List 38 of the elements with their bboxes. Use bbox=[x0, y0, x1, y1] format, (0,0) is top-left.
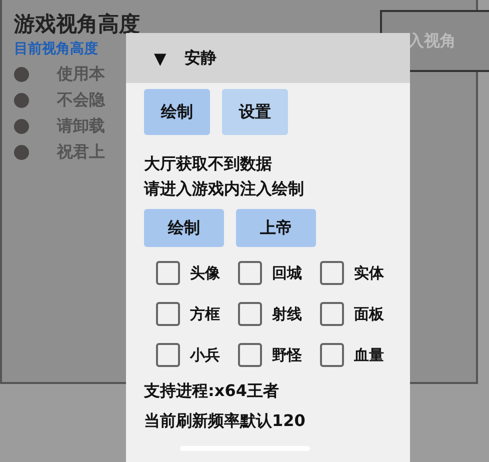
bullet-text: 使用本 bbox=[57, 64, 105, 85]
panel-title: 安静 bbox=[184, 48, 216, 68]
checkbox[interactable] bbox=[156, 343, 180, 367]
bullet-icon bbox=[14, 67, 29, 82]
bullet-text: 不会隐 bbox=[57, 90, 105, 111]
checkbox[interactable] bbox=[156, 302, 180, 326]
checkbox-label: 射线 bbox=[272, 304, 302, 324]
checkbox[interactable] bbox=[238, 343, 262, 367]
info-text: 当前刷新频率默认120 bbox=[144, 411, 306, 432]
checkbox-label: 小兵 bbox=[190, 346, 220, 364]
checkbox-label: 面板 bbox=[354, 304, 384, 324]
checkbox[interactable] bbox=[320, 302, 344, 326]
bullet-icon bbox=[14, 119, 29, 134]
bullet-text: 祝君上 bbox=[57, 142, 105, 163]
tab[interactable]: 绘制 bbox=[144, 89, 210, 135]
checkbox[interactable] bbox=[156, 261, 180, 285]
checkbox-label: 头像 bbox=[190, 264, 220, 282]
checkbox-label: 回城 bbox=[272, 264, 302, 282]
bullet-icon bbox=[14, 93, 29, 108]
bullet-icon bbox=[14, 145, 29, 160]
checkbox[interactable] bbox=[238, 302, 262, 326]
checkbox-label: 实体 bbox=[354, 264, 384, 282]
panel-header[interactable]: ▼ 安静 bbox=[126, 33, 410, 83]
checkbox[interactable] bbox=[238, 261, 262, 285]
collapse-arrow: ▼ bbox=[154, 48, 166, 68]
tab[interactable]: 设置 bbox=[222, 89, 288, 135]
status-text: 大厅获取不到数据 bbox=[144, 153, 273, 175]
checkbox-label: 野怪 bbox=[272, 346, 302, 364]
action-button[interactable]: 绘制 bbox=[144, 209, 224, 247]
checkbox-label: 方框 bbox=[190, 304, 220, 324]
checkbox-label: 血量 bbox=[354, 346, 384, 364]
checkbox[interactable] bbox=[320, 343, 344, 367]
status-text: 请进入游戏内注入绘制 bbox=[144, 178, 305, 200]
info-text: 支持进程:x64王者 bbox=[144, 381, 280, 402]
action-button[interactable]: 上帝 bbox=[236, 209, 316, 247]
height-label: 目前视角高度 bbox=[14, 40, 98, 58]
checkbox[interactable] bbox=[320, 261, 344, 285]
bullet-text: 请卸载 bbox=[57, 116, 105, 137]
